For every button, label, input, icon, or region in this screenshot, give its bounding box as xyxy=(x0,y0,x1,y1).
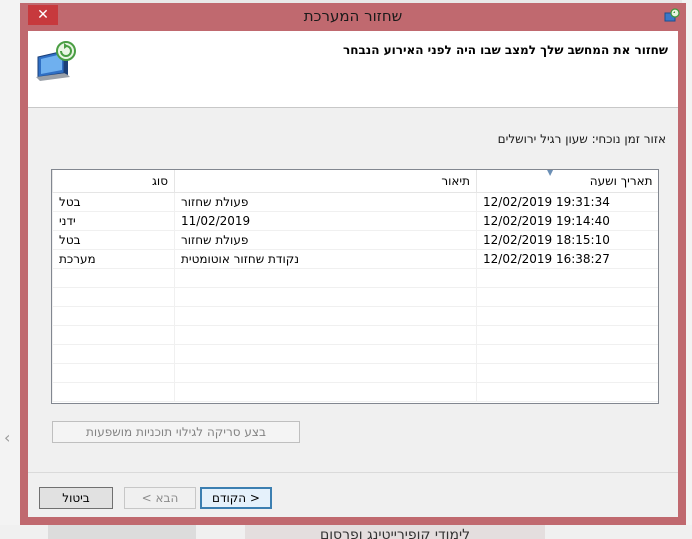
restore-points-table[interactable]: תאריך ושעה ▼ תיאור סוג 12/02/2019 19:31:… xyxy=(51,169,659,404)
sort-arrow-icon: ▼ xyxy=(547,169,554,177)
column-header-type-label: סוג xyxy=(151,174,168,188)
row-type: בטל xyxy=(52,192,175,212)
column-header-date[interactable]: תאריך ושעה ▼ xyxy=(476,169,658,193)
table-header-row: תאריך ושעה ▼ תיאור סוג xyxy=(52,169,658,193)
background-card xyxy=(48,525,196,539)
empty-row xyxy=(52,287,658,307)
scan-affected-programs-button[interactable]: בצע סריקה לגילוי תוכניות מושפעות xyxy=(52,421,300,443)
background-page-left xyxy=(0,0,20,539)
system-restore-dialog: ✕ שחזור המערכת שחזור את המחשב שלך למצב ש… xyxy=(20,3,686,525)
header-title: שחזור את המחשב שלך למצב שבו היה לפני האי… xyxy=(342,43,668,57)
row-description: פעולת שחזור xyxy=(174,230,477,250)
row-date: 12/02/2019 18:15:10 xyxy=(476,230,658,250)
table-row[interactable]: 12/02/2019 19:14:40 11/02/2019 ידני xyxy=(52,211,658,231)
row-type: ידני xyxy=(52,211,175,231)
column-header-type[interactable]: סוג xyxy=(52,170,175,193)
empty-row xyxy=(52,363,658,383)
dialog-client-area: שחזור את המחשב שלך למצב שבו היה לפני האי… xyxy=(28,31,678,517)
row-description: 11/02/2019 xyxy=(174,211,477,231)
empty-row xyxy=(52,344,658,364)
row-description: פעולת שחזור xyxy=(174,192,477,212)
background-heading: לימודי קופירייטינג ופרסום xyxy=(319,527,471,539)
empty-row xyxy=(52,306,658,326)
header-panel: שחזור את המחשב שלך למצב שבו היה לפני האי… xyxy=(28,31,678,108)
window-title: שחזור המערכת xyxy=(303,7,403,25)
cancel-button[interactable]: ביטול xyxy=(39,487,113,509)
empty-row xyxy=(52,325,658,345)
table-row[interactable]: 12/02/2019 19:31:34 פעולת שחזור בטל xyxy=(52,192,658,212)
table-row[interactable]: 12/02/2019 18:15:10 פעולת שחזור בטל xyxy=(52,230,658,250)
row-type: בטל xyxy=(52,230,175,250)
column-header-description[interactable]: תיאור xyxy=(174,170,477,193)
row-date: 12/02/2019 16:38:27 xyxy=(476,249,658,269)
title-bar[interactable]: ✕ שחזור המערכת xyxy=(20,3,686,31)
row-type: מערכת xyxy=(52,249,175,269)
table-row[interactable]: 12/02/2019 16:38:27 נקודת שחזור אוטומטית… xyxy=(52,249,658,269)
next-button[interactable]: הבא > xyxy=(124,487,196,509)
empty-row xyxy=(52,382,658,402)
row-description: נקודת שחזור אוטומטית xyxy=(174,249,477,269)
column-header-date-label: תאריך ושעה xyxy=(589,174,653,188)
timezone-label: אזור זמן נוכחי: שעון רגיל ירושלים xyxy=(497,132,666,146)
row-date: 12/02/2019 19:31:34 xyxy=(476,192,658,212)
column-header-description-label: תיאור xyxy=(441,174,470,188)
chevron-left-icon: ‹ xyxy=(4,428,11,447)
system-restore-app-icon xyxy=(664,8,680,22)
empty-row xyxy=(52,268,658,288)
row-date: 12/02/2019 19:14:40 xyxy=(476,211,658,231)
back-button[interactable]: < הקודם xyxy=(200,487,272,509)
footer-divider xyxy=(28,472,678,473)
computer-restore-icon xyxy=(36,41,76,81)
